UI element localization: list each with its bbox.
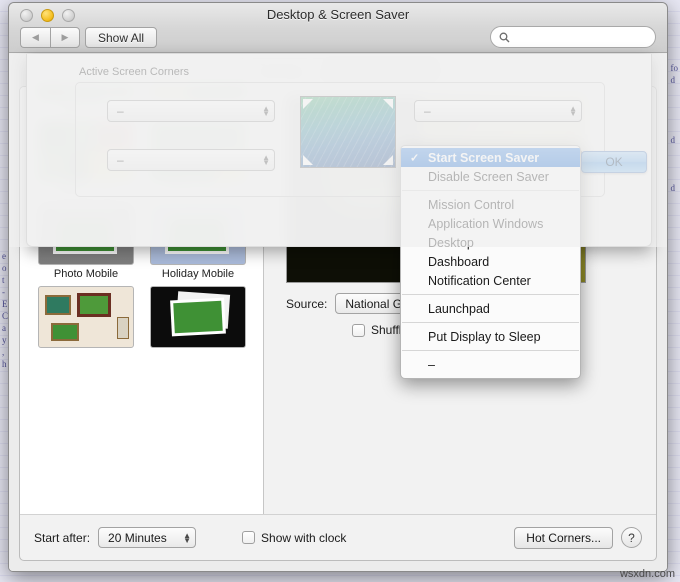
corner-top-right-value: – xyxy=(424,104,431,118)
screensaver-thumbnail xyxy=(38,286,134,348)
corner-indicator-top-right-icon xyxy=(383,99,393,109)
menu-item[interactable]: Mission Control xyxy=(401,195,580,214)
menu-item-label: Dashboard xyxy=(428,254,490,269)
source-label: Source: xyxy=(286,296,328,311)
system-preferences-window: Desktop & Screen Saver ◀ ▶ Show All Phot… xyxy=(8,2,668,572)
desktop-background: e o t - E C a y , h fo d d d Desktop & S… xyxy=(0,0,680,582)
corner-indicator-bottom-right-icon xyxy=(383,155,393,165)
stepper-arrows-icon: ▲▼ xyxy=(262,104,270,118)
menu-item-label: Desktop xyxy=(428,235,474,250)
search-input[interactable] xyxy=(514,30,644,44)
window-title: Desktop & Screen Saver xyxy=(266,7,410,22)
screensaver-item[interactable] xyxy=(32,286,140,351)
corner-popup-bottom-left[interactable]: – ▲ ▼ xyxy=(107,149,275,171)
wallpaper-wave-pattern xyxy=(301,97,395,167)
watermark: wsxdn.com xyxy=(619,568,675,580)
show-with-clock-label: Show with clock xyxy=(261,530,347,545)
menu-item[interactable]: Application Windows xyxy=(401,214,580,233)
menu-item[interactable]: Put Display to Sleep xyxy=(401,327,580,346)
shuffle-checkbox[interactable] xyxy=(352,323,365,337)
screensaver-thumbnail xyxy=(150,286,246,348)
show-with-clock-row[interactable]: Show with clock xyxy=(242,531,346,545)
menu-item[interactable]: Desktop xyxy=(401,233,580,252)
corner-top-left-value: – xyxy=(117,104,124,118)
screensaver-label: Holiday Mobile xyxy=(161,268,235,280)
background-text-right: fo d d d xyxy=(670,63,679,193)
corner-popup-top-right[interactable]: – ▲ ▼ xyxy=(414,100,582,122)
menu-item[interactable]: – xyxy=(401,355,580,374)
window-titlebar: Desktop & Screen Saver ◀ ▶ Show All xyxy=(9,3,667,53)
start-after-value: 20 Minutes xyxy=(108,530,167,545)
chevron-right-icon: ▶ xyxy=(61,32,69,42)
menu-item-label: Notification Center xyxy=(428,273,531,288)
menu-item[interactable]: Disable Screen Saver xyxy=(401,167,580,186)
start-after-popup-button[interactable]: 20 Minutes ▲ ▼ xyxy=(98,527,197,548)
menu-item-label: Mission Control xyxy=(428,197,515,212)
mini-desktop-preview xyxy=(300,96,396,168)
stepper-arrows-icon: ▲▼ xyxy=(262,153,270,167)
menu-item[interactable]: Notification Center xyxy=(401,271,580,290)
menu-item-label: Start Screen Saver xyxy=(428,150,540,165)
panel-footer: Start after: 20 Minutes ▲ ▼ Show with clo… xyxy=(20,514,656,560)
search-field[interactable] xyxy=(490,26,656,48)
checkmark-icon: ✓ xyxy=(410,152,420,164)
help-button[interactable]: ? xyxy=(621,527,642,548)
corner-popup-top-left[interactable]: – ▲ ▼ xyxy=(107,100,275,122)
menu-separator xyxy=(402,294,579,295)
menu-separator xyxy=(402,350,579,351)
show-all-button[interactable]: Show All xyxy=(85,27,158,48)
corner-indicator-bottom-left-icon xyxy=(303,155,313,165)
menu-item-label: – xyxy=(428,357,435,372)
show-with-clock-checkbox[interactable] xyxy=(242,531,256,544)
forward-button[interactable]: ▶ xyxy=(50,27,80,48)
hot-corners-button[interactable]: Hot Corners... xyxy=(514,526,613,549)
stepper-arrows-icon: ▲▼ xyxy=(569,104,577,118)
menu-separator xyxy=(402,322,579,323)
menu-item-label: Disable Screen Saver xyxy=(428,169,549,184)
menu-separator xyxy=(402,190,579,191)
sheet-title: Active Screen Corners xyxy=(79,66,190,78)
menu-item-label: Put Display to Sleep xyxy=(428,329,541,344)
corner-indicator-top-left-icon xyxy=(303,99,313,109)
screensaver-item[interactable] xyxy=(144,286,252,351)
navigation-buttons: ◀ ▶ xyxy=(20,27,80,48)
screensaver-label: Photo Mobile xyxy=(53,268,119,280)
stepper-arrows-icon: ▲▼ xyxy=(183,530,192,545)
back-button[interactable]: ◀ xyxy=(20,27,50,48)
hot-corner-action-menu[interactable]: ✓ Start Screen Saver Disable Screen Saver M… xyxy=(400,145,581,379)
menu-item[interactable]: ✓ Start Screen Saver xyxy=(401,148,580,167)
menu-item-label: Application Windows xyxy=(428,216,544,231)
menu-item[interactable]: Dashboard xyxy=(401,252,580,271)
menu-item-label: Launchpad xyxy=(428,301,490,316)
chevron-left-icon: ◀ xyxy=(32,32,39,42)
menu-item[interactable]: Launchpad xyxy=(401,299,580,318)
ok-button[interactable]: OK xyxy=(581,151,647,173)
start-after-label: Start after: xyxy=(34,530,91,545)
corner-bottom-left-value: – xyxy=(117,153,124,167)
search-icon xyxy=(499,32,510,42)
